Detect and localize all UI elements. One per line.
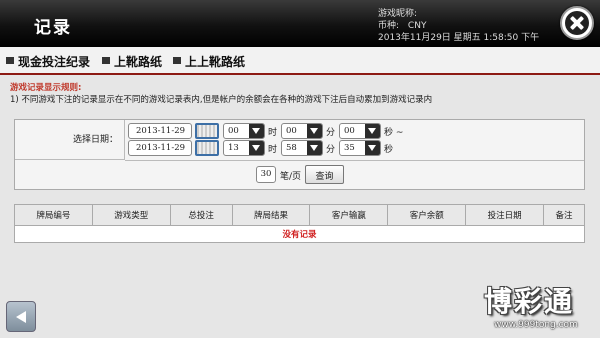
header-bar: 记录 游戏昵称: 币种: CNY 2013年11月29日 星期五 1:58:50… (0, 0, 600, 47)
tab-previous-shoe-roadmap[interactable]: 上靴路纸 (102, 53, 162, 70)
list-icon (173, 56, 181, 67)
tab-label: 现金投注纪录 (18, 55, 91, 69)
display-rules: 游戏记录显示规则: 1) 不同游戏下注的记录显示在不同的游戏记录表内,但是帐户的… (10, 82, 432, 106)
list-icon (102, 56, 110, 67)
end-minute-select[interactable]: 58 (281, 140, 323, 156)
watermark-url: www.999tong.com (494, 320, 578, 330)
start-hour-select[interactable]: 00 (223, 123, 265, 139)
currency-value: CNY (407, 21, 427, 31)
calendar-icon[interactable] (195, 140, 219, 156)
start-date-input[interactable]: 2013-11-29 (128, 123, 192, 139)
nickname-label: 游戏昵称: (378, 9, 418, 19)
col-header: 牌局编号 (14, 204, 93, 226)
tab-label: 上上靴路纸 (185, 55, 246, 69)
start-second-value: 00 (344, 126, 355, 136)
end-minute-value: 58 (286, 143, 297, 153)
minute-unit: 分 (326, 145, 336, 155)
col-header: 投注日期 (465, 204, 545, 226)
start-minute-value: 00 (286, 126, 297, 136)
record-type-nav: 现金投注纪录 上靴路纸 上上靴路纸 (0, 47, 600, 75)
table-row: 没有记录 (14, 225, 585, 243)
second-unit: 秒 (384, 145, 394, 155)
end-second-value: 35 (344, 143, 355, 153)
chevron-down-icon (307, 141, 322, 155)
table-header-row: 牌局编号 游戏类型 总投注 牌局结果 客户输赢 客户余额 投注日期 备注 (14, 204, 585, 226)
rules-text: 1) 不同游戏下注的记录显示在不同的游戏记录表内,但是帐户的余额会在各种的游戏下… (10, 95, 433, 105)
page-title: 记录 (34, 18, 72, 38)
tab-second-previous-shoe-roadmap[interactable]: 上上靴路纸 (173, 53, 245, 70)
col-header: 客户余额 (387, 204, 467, 226)
start-second-select[interactable]: 00 (339, 123, 381, 139)
chevron-down-icon (249, 141, 264, 155)
chevron-down-icon (249, 124, 264, 138)
date-label: 选择日期： (73, 135, 119, 145)
calendar-icon[interactable] (195, 123, 219, 139)
datetime-text: 2013年11月29日 星期五 1:58:50 下午 (378, 33, 540, 43)
end-hour-select[interactable]: 13 (223, 140, 265, 156)
col-header: 备注 (543, 204, 585, 226)
col-header: 客户输赢 (309, 204, 389, 226)
chevron-down-icon (365, 141, 380, 155)
chevron-down-icon (307, 124, 322, 138)
date-label-cell: 选择日期： (15, 120, 125, 160)
tab-label: 上靴路纸 (114, 55, 163, 69)
start-hour-value: 00 (228, 126, 239, 136)
page-size-input[interactable]: 30 (256, 166, 276, 183)
tab-cash-bet-records[interactable]: 现金投注纪录 (6, 53, 90, 70)
currency-row: 币种: CNY (378, 20, 539, 32)
per-page-label: 笔/页 (280, 172, 302, 182)
col-header: 总投注 (169, 204, 233, 226)
minute-unit: 分 (326, 128, 336, 138)
list-icon (6, 56, 14, 67)
end-hour-value: 13 (228, 143, 239, 153)
query-button[interactable]: 查询 (305, 165, 344, 184)
start-minute-select[interactable]: 00 (281, 123, 323, 139)
divider (125, 160, 584, 161)
col-header: 牌局结果 (231, 204, 311, 226)
chevron-down-icon (365, 124, 380, 138)
watermark-logo-text: 博彩通 (484, 285, 575, 318)
end-second-select[interactable]: 35 (339, 140, 381, 156)
empty-message: 没有记录 (14, 225, 585, 243)
close-icon (565, 11, 589, 35)
watermark-logo: 博彩通 www.999tong.com (480, 280, 595, 335)
back-button[interactable] (6, 301, 36, 332)
col-header: 游戏类型 (91, 204, 171, 226)
hour-unit: 时 (268, 128, 278, 138)
end-date-input[interactable]: 2013-11-29 (128, 140, 192, 156)
range-separator: 秒 ~ (384, 128, 404, 138)
hour-unit: 时 (268, 145, 278, 155)
records-table: 牌局编号 游戏类型 总投注 牌局结果 客户输赢 客户余额 投注日期 备注 没有记… (14, 204, 585, 243)
currency-label: 币种: (378, 21, 400, 31)
rules-title: 游戏记录显示规则: (10, 83, 82, 93)
close-button[interactable] (560, 6, 594, 40)
account-info: 游戏昵称: 币种: CNY 2013年11月29日 星期五 1:58:50 下午 (378, 8, 539, 44)
